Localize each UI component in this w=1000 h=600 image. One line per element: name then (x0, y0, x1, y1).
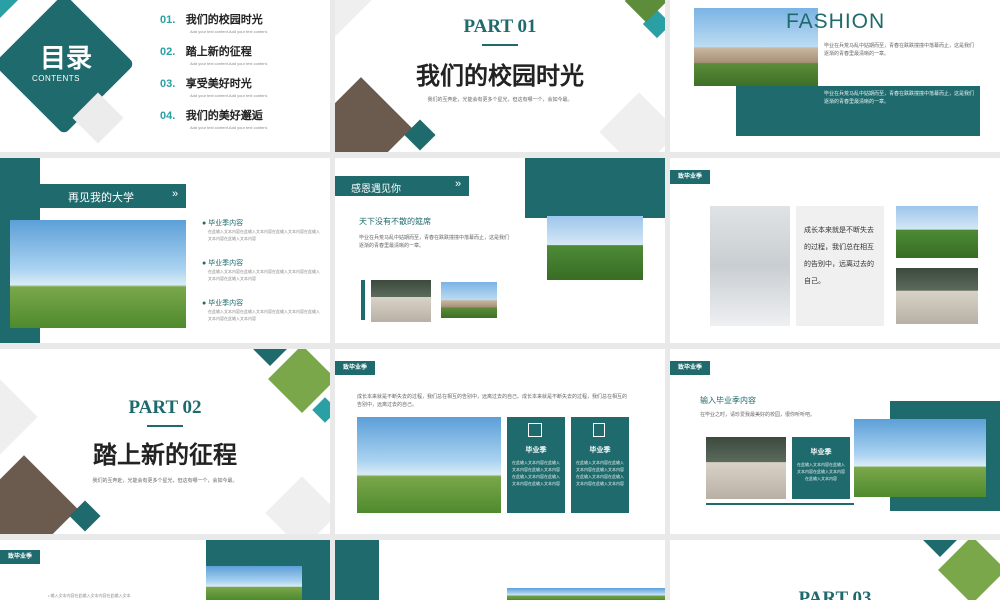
part01-desc: 我们的互奔赴，光能会有更多个星光，但这有哪一个，会如今最。 (427, 97, 573, 103)
season4-tag: 致毕业季 (0, 550, 41, 564)
season1-tag: 致毕业季 (670, 170, 711, 184)
bullet-icon: ● (202, 300, 207, 307)
thanks-people-photo (371, 280, 431, 322)
toc-item-3[interactable]: 03. 享受美好时光 Add your text content.Add you… (160, 74, 268, 99)
season3-underline (706, 503, 854, 505)
slide-fashion[interactable]: FASHION 毕业在兵荒马乱中姑期而至，青春在跌跌撞撞中落幕而止，这是我们逐渐… (670, 0, 1000, 152)
season3-title: 输入毕业季内容 (700, 396, 756, 405)
season1-girl-photo (710, 206, 790, 326)
toc-item-2[interactable]: 02. 踏上新的征程 Add your text content.Add you… (160, 42, 268, 67)
toc-item-num: 04. (160, 110, 176, 122)
farewell-chevron-icon: » (172, 188, 179, 200)
season3-box-title: 毕业季 (810, 449, 832, 456)
season2-box2-title: 毕业季 (589, 447, 611, 454)
bullet-icon: ● (202, 220, 207, 227)
season4-sky-photo (206, 566, 302, 600)
part02-label: PART 02 (128, 397, 202, 418)
season2-campus-photo (357, 417, 501, 513)
season1-people-photo (896, 268, 978, 324)
toc-item-title: 我们的校园时光 (185, 14, 263, 26)
part02-divider (147, 425, 183, 427)
season2-box2-text: 在此输入文本内容在此输入文本内容在此输入文本内容在此输入文本内容在此输入文本内容… (576, 460, 624, 486)
document-icon (593, 423, 605, 437)
toc-item-num: 03. (160, 78, 176, 90)
season1-quote: 成长本来就是不断失去的过程，我们总在相互的告别中，远离过去的自己。 (804, 227, 874, 285)
fashion-text-1: 毕业在兵荒马乱中姑期而至，青春在跌跌撞撞中落幕而止，这是我们逐渐的青春里最清晰的… (824, 43, 975, 57)
toc-item-desc: Add your text content.Add your text cont… (190, 93, 268, 98)
farewell-item-label: 毕业季内容 (208, 300, 244, 307)
toc-item-num: 01. (160, 14, 176, 26)
toc-diamond-accent (0, 0, 22, 22)
bullet-icon: ● (202, 260, 207, 267)
part01-title: 我们的校园时光 (416, 64, 584, 90)
farewell-item-3: ● 毕业季内容 在此输入文本内容在此输入文本内容在此输入文本内容在此输入文本内容… (202, 298, 322, 322)
season4-bullet-text: 输入文本内容在此输入文本内容在此输入文本 (50, 593, 131, 598)
building-icon (528, 423, 542, 437)
toc-item-title: 享受美好时光 (185, 78, 252, 90)
toc-item-num: 02. (160, 46, 176, 58)
season3-campus-photo (854, 419, 986, 497)
slide-season4[interactable]: 致毕业季 • 输入文本内容在此输入文本内容在此输入文本 (0, 540, 330, 600)
season1-group-photo (896, 206, 978, 258)
farewell-campus-photo (10, 220, 186, 328)
slide-thanks[interactable]: 感恩遇见你 » 天下没有不散的筵席 毕业在兵荒马乱中姑期而至，青春在跌跌撞撞中落… (335, 158, 665, 343)
slide-farewell[interactable]: 再见我的大学 » ● 毕业季内容 在此输入文本内容在此输入文本内容在此输入文本内… (0, 158, 330, 343)
thanks-group-photo (547, 216, 643, 280)
farewell-item-desc: 在此输入文本内容在此输入文本内容在此输入文本内容在此输入文本内容在此输入文本内容 (208, 229, 320, 241)
farewell-item-label: 毕业季内容 (208, 220, 244, 227)
toc-item-title: 踏上新的征程 (185, 46, 252, 58)
season2-box1-title: 毕业季 (525, 447, 547, 454)
fashion-title: FASHION (786, 10, 886, 33)
slide-row4-middle[interactable] (335, 540, 665, 600)
toc-item-desc: Add your text content.Add your text cont… (190, 125, 268, 130)
part01-diamond-teal (404, 119, 436, 151)
thanks-subtitle: 天下没有不散的筵席 (359, 217, 431, 226)
row4-teal-block (335, 540, 379, 600)
toc-title: 目录 (40, 43, 93, 73)
season2-desc: 成长本来就是不断失去的过程，我们总在相互的告别中，远离过去的自己。成长本来就是不… (357, 394, 628, 408)
toc-item-desc: Add your text content.Add your text cont… (190, 29, 268, 34)
toc-item-1[interactable]: 01. 我们的校园时光 Add your text content.Add yo… (160, 10, 268, 35)
farewell-item-label: 毕业季内容 (208, 260, 244, 267)
toc-subtitle: CONTENTS (32, 74, 80, 83)
season2-tag: 致毕业季 (335, 361, 376, 375)
farewell-item-desc: 在此输入文本内容在此输入文本内容在此输入文本内容在此输入文本内容在此输入文本内容 (208, 269, 320, 281)
slide-toc[interactable]: 目录 CONTENTS 01. 我们的校园时光 Add your text co… (0, 0, 330, 152)
thanks-desc: 毕业在兵荒马乱中姑期而至，青春在跌跌撞撞中落幕而止，这是我们逐渐的青春里最清晰的… (359, 235, 510, 249)
slide-part01[interactable]: PART 01 我们的校园时光 我们的互奔赴，光能会有更多个星光，但这有哪一个，… (335, 0, 665, 152)
part03-label: PART 03 (798, 588, 872, 600)
slide-season2[interactable]: 致毕业季 成长本来就是不断失去的过程，我们总在相互的告别中，远离过去的自己。成长… (335, 349, 665, 534)
toc-item-title: 我们的美好邂逅 (185, 110, 263, 122)
part01-label: PART 01 (463, 16, 537, 37)
row4-sky-photo (507, 588, 665, 600)
toc-item-desc: Add your text content.Add your text cont… (190, 61, 268, 66)
season4-bullet: • 输入文本内容在此输入文本内容在此输入文本 (48, 592, 131, 599)
farewell-item-2: ● 毕业季内容 在此输入文本内容在此输入文本内容在此输入文本内容在此输入文本内容… (202, 258, 322, 282)
toc-item-4[interactable]: 04. 我们的美好邂逅 Add your text content.Add yo… (160, 106, 268, 131)
thanks-teal-block (525, 158, 665, 218)
slide-season1[interactable]: 致毕业季 成长本来就是不断失去的过程，我们总在相互的告别中，远离过去的自己。 (670, 158, 1000, 343)
fashion-text-2: 毕业在兵荒马乱中姑期而至，青春在跌跌撞撞中落幕而止，这是我们逐渐的青春里最清晰的… (824, 91, 975, 105)
slide-part02[interactable]: PART 02 踏上新的征程 我们的互奔赴，光能会有更多个星光，但这有哪一个，会… (0, 349, 330, 534)
farewell-item-1: ● 毕业季内容 在此输入文本内容在此输入文本内容在此输入文本内容在此输入文本内容… (202, 218, 322, 242)
part02-desc: 我们的互奔赴，光能会有更多个星光，但这有哪一个，会如今最。 (92, 478, 238, 484)
slide-season3[interactable]: 致毕业季 输入毕业季内容 在毕业之时，请珍爱我最美好的校园，很你听听吧。 毕业季… (670, 349, 1000, 534)
thanks-campus-photo (441, 282, 497, 318)
part02-title: 踏上新的征程 (93, 443, 237, 469)
farewell-item-desc: 在此输入文本内容在此输入文本内容在此输入文本内容在此输入文本内容在此输入文本内容 (208, 309, 320, 321)
season3-people-photo (706, 437, 786, 499)
thanks-title: 感恩遇见你 (351, 184, 401, 195)
thanks-chevron-icon: » (455, 178, 462, 190)
season3-box-text: 在此输入文本内容在此输入文本内容在此输入文本内容在此输入文本内容 (797, 462, 845, 481)
part01-divider (482, 44, 518, 46)
season3-desc: 在毕业之时，请珍爱我最美好的校园，很你听听吧。 (700, 412, 816, 418)
season3-tag: 致毕业季 (670, 361, 711, 375)
slide-part03[interactable]: PART 03 (670, 540, 1000, 600)
thanks-accent-bar (361, 280, 365, 320)
farewell-title: 再见我的大学 (68, 192, 134, 204)
season2-box1-text: 在此输入文本内容在此输入文本内容在此输入文本内容在此输入文本内容在此输入文本内容… (512, 460, 560, 486)
